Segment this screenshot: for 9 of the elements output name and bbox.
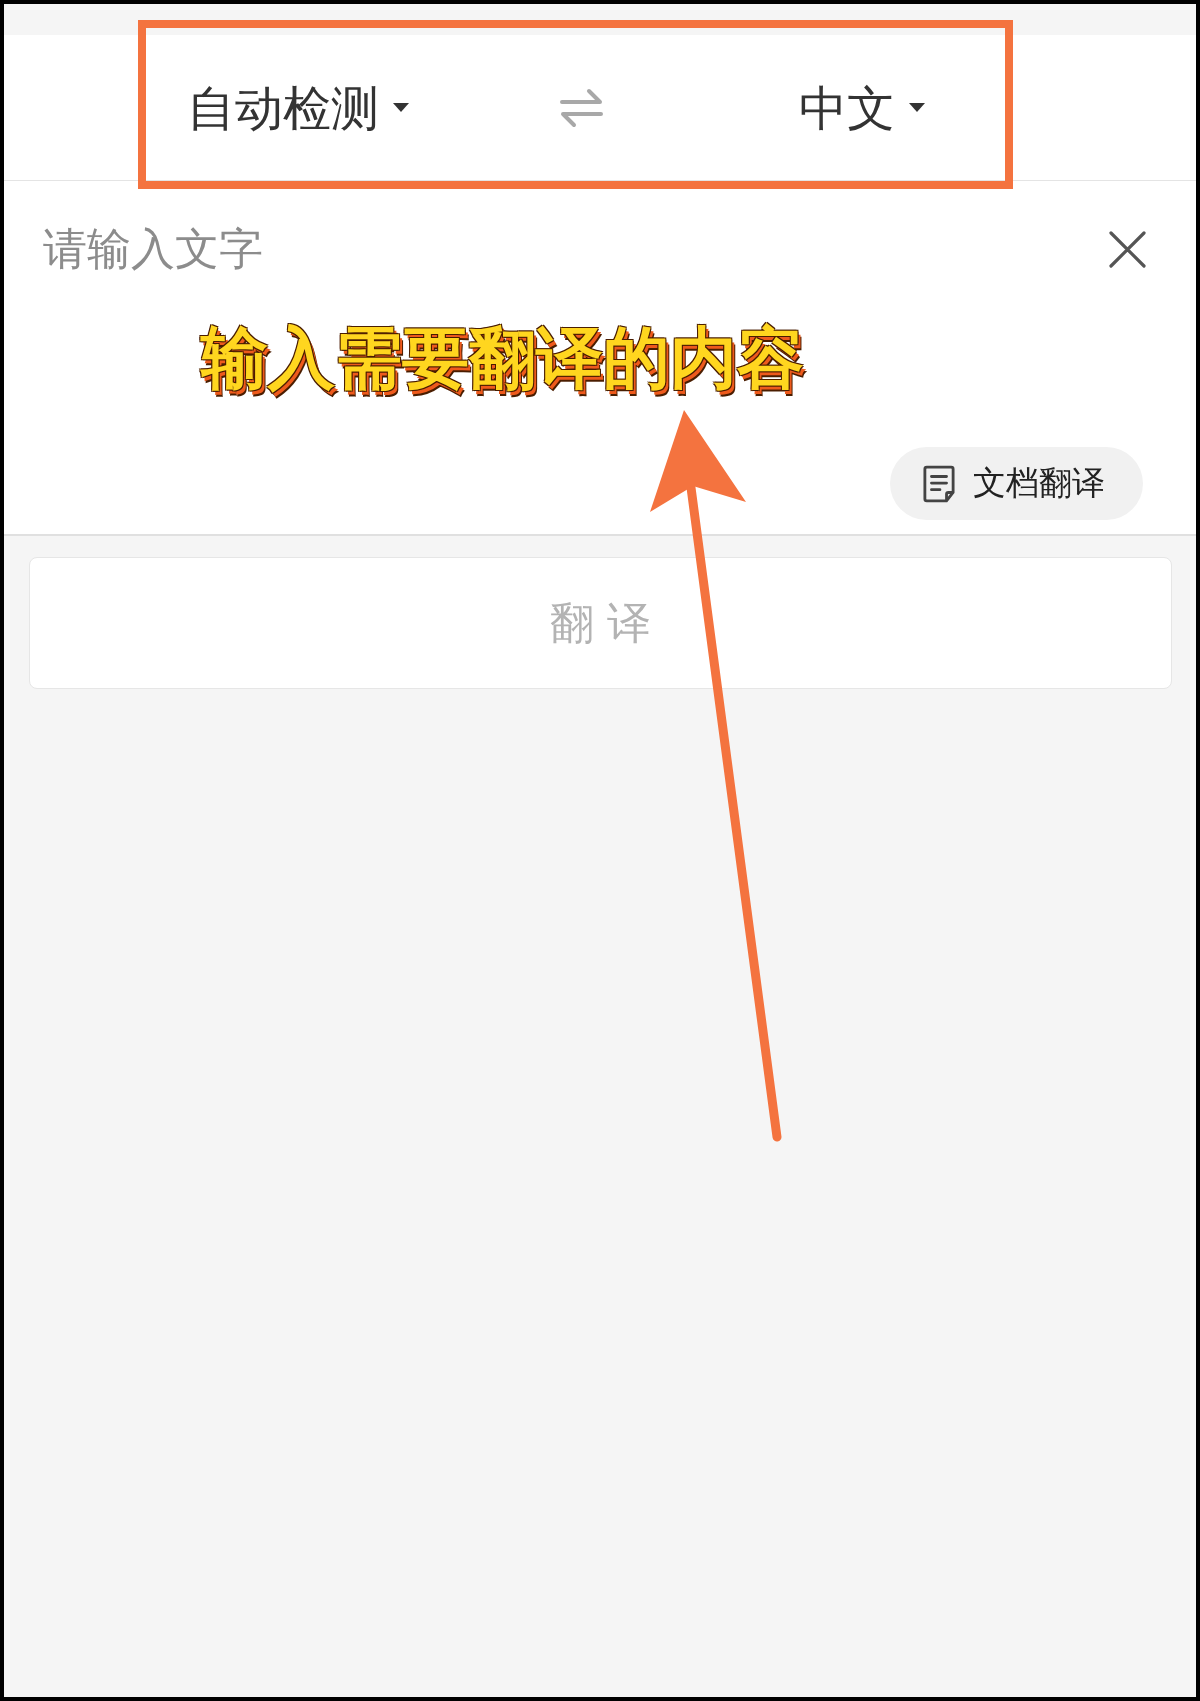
target-language-dropdown[interactable]: 中文 bbox=[799, 77, 925, 138]
annotation-caption: 输入需要翻译的内容 bbox=[201, 318, 804, 398]
document-translate-button[interactable]: 文档翻译 bbox=[890, 447, 1143, 520]
caret-icon bbox=[909, 103, 925, 112]
source-language-dropdown[interactable]: 自动检测 bbox=[187, 77, 409, 138]
close-icon[interactable] bbox=[1109, 231, 1146, 268]
text-input-field[interactable]: 请输入文字 bbox=[43, 217, 1089, 287]
caret-icon bbox=[393, 103, 409, 112]
document-icon bbox=[923, 464, 955, 503]
